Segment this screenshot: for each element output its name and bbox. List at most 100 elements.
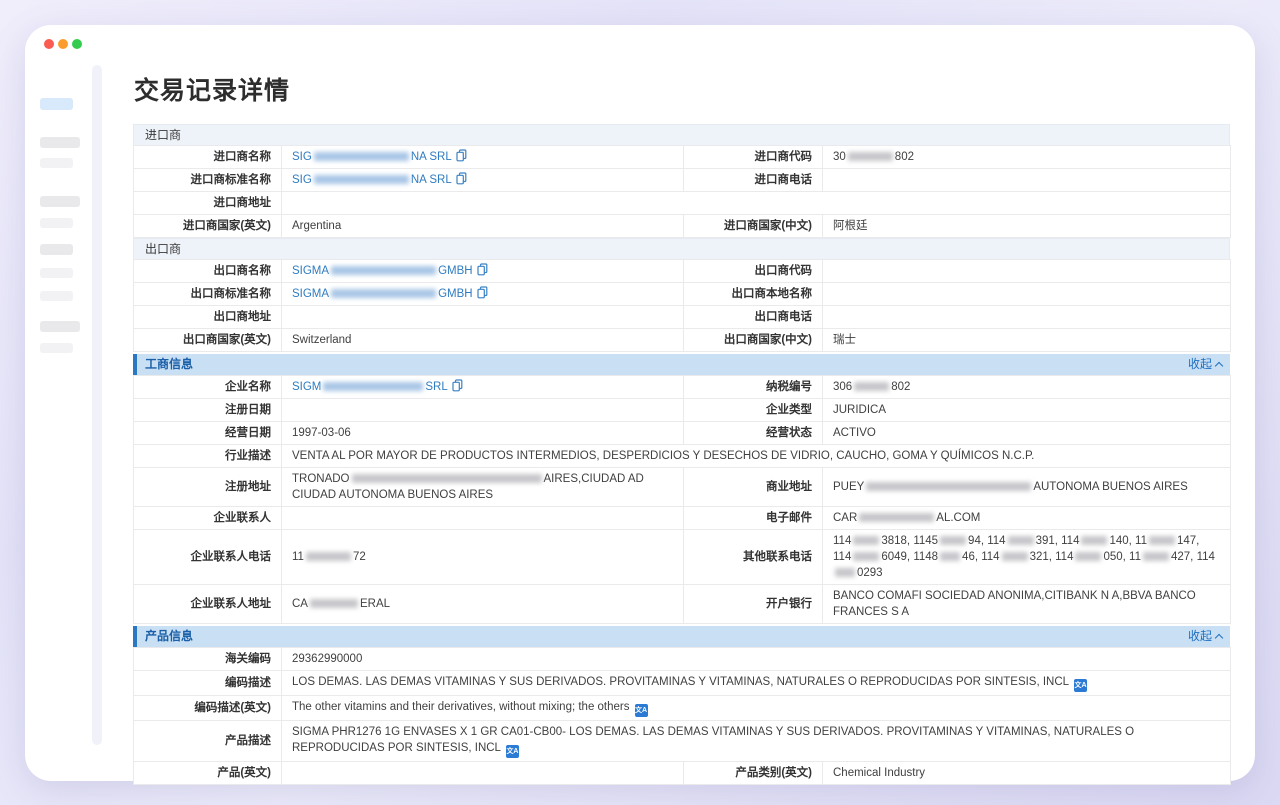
field-label: 出口商本地名称 [684,283,823,306]
page-background: { "page": { "title": "交易记录详情" }, "window… [0,0,1280,805]
field-label: 进口商国家(中文) [684,215,823,238]
field-value: 1172 [282,530,684,585]
redacted-text [1002,552,1028,561]
field-value: CARAL.COM [823,507,1231,530]
company-link[interactable]: SIGMAGMBH [292,288,488,300]
detail-table: 进口商进口商名称SIGNA SRL进口商代码30802进口商标准名称SIGNA … [133,124,1230,785]
table-row: 注册地址TRONADOAIRES,CIUDAD AD CIUDAD AUTONO… [134,468,1231,507]
copy-icon[interactable] [452,379,463,392]
traffic-light-zoom[interactable] [72,39,82,49]
table-row: 出口商国家(英文)Switzerland出口商国家(中文)瑞士 [134,329,1231,352]
field-label: 其他联系电话 [684,530,823,585]
collapse-button[interactable]: 收起 [1188,354,1222,375]
redacted-text [853,536,879,545]
field-label: 编码描述 [134,671,282,696]
sidebar-skeleton-bar [40,196,80,207]
table-row: 企业联系人电话1172其他联系电话1143818, 114594, 114391… [134,530,1231,585]
table-row: 企业名称SIGMSRL纳税编号306802 [134,376,1231,399]
redacted-text [331,289,436,298]
field-label: 产品(英文) [134,762,282,785]
collapse-button[interactable]: 收起 [1188,626,1222,647]
redacted-text [352,474,542,483]
sidebar-skeleton-bar [40,244,73,255]
redacted-text [310,599,358,608]
table-row: 海关编码29362990000 [134,648,1231,671]
redacted-text [323,382,423,391]
field-value [282,192,1231,215]
field-value: SIGMAGMBH [282,260,684,283]
company-link[interactable]: SIGNA SRL [292,174,467,186]
field-label: 进口商代码 [684,146,823,169]
traffic-light-minimize[interactable] [58,39,68,49]
section-title: 进口商 [145,125,181,146]
collapse-label: 收起 [1188,354,1212,375]
table-row: 注册日期企业类型JURIDICA [134,399,1231,422]
field-value: LOS DEMAS. LAS DEMAS VITAMINAS Y SUS DER… [282,671,1231,696]
company-link[interactable]: SIGMSRL [292,381,463,393]
section: 工商信息收起企业名称SIGMSRL纳税编号306802注册日期企业类型JURID… [133,354,1230,624]
table-row: 出口商标准名称SIGMAGMBH出口商本地名称 [134,283,1231,306]
redacted-text [940,536,966,545]
sidebar-skeleton-bar [40,343,73,353]
translate-icon[interactable]: 文A [1074,679,1087,692]
field-label: 出口商代码 [684,260,823,283]
field-value [282,399,684,422]
redacted-text [1008,536,1034,545]
field-label: 出口商地址 [134,306,282,329]
section-table: 企业名称SIGMSRL纳税编号306802注册日期企业类型JURIDICA经营日… [133,375,1231,624]
section-header: 出口商 [133,238,1230,259]
field-label: 进口商标准名称 [134,169,282,192]
section-table: 海关编码29362990000编码描述LOS DEMAS. LAS DEMAS … [133,647,1231,785]
redacted-text [866,482,1031,491]
field-value: Switzerland [282,329,684,352]
field-value: SIGMA PHR1276 1G ENVASES X 1 GR CA01-CB0… [282,721,1231,762]
copy-icon[interactable] [456,149,467,162]
field-value: 瑞士 [823,329,1231,352]
field-label: 出口商国家(中文) [684,329,823,352]
traffic-light-close[interactable] [44,39,54,49]
section-table: 进口商名称SIGNA SRL进口商代码30802进口商标准名称SIGNA SRL… [133,145,1231,238]
sidebar-skeleton-bar [40,158,73,168]
translate-icon[interactable]: 文A [635,704,648,717]
field-value: 1997-03-06 [282,422,684,445]
sidebar-divider [92,65,102,745]
translate-icon[interactable]: 文A [506,745,519,758]
table-row: 进口商标准名称SIGNA SRL进口商电话 [134,169,1231,192]
redacted-text [848,152,893,161]
field-value: 306802 [823,376,1231,399]
redacted-text [331,266,436,275]
redacted-text [1075,552,1101,561]
field-label: 进口商国家(英文) [134,215,282,238]
section-header: 产品信息收起 [133,626,1230,647]
table-row: 产品(英文)产品类别(英文)Chemical Industry [134,762,1231,785]
company-link[interactable]: SIGMAGMBH [292,265,488,277]
field-label: 产品类别(英文) [684,762,823,785]
copy-icon[interactable] [477,286,488,299]
field-value: SIGMAGMBH [282,283,684,306]
field-label: 企业名称 [134,376,282,399]
field-value: 29362990000 [282,648,1231,671]
redacted-text [1081,536,1107,545]
field-label: 行业描述 [134,445,282,468]
field-label: 开户银行 [684,585,823,624]
redacted-text [853,552,879,561]
sidebar-skeleton-bar [40,268,73,278]
table-row: 编码描述(英文)The other vitamins and their der… [134,696,1231,721]
field-label: 进口商地址 [134,192,282,215]
field-value: 阿根廷 [823,215,1231,238]
copy-icon[interactable] [477,263,488,276]
redacted-text [859,513,934,522]
field-label: 出口商电话 [684,306,823,329]
field-value [823,283,1231,306]
field-label: 产品描述 [134,721,282,762]
field-value: SIGNA SRL [282,169,684,192]
page-title: 交易记录详情 [134,71,1230,107]
copy-icon[interactable] [456,172,467,185]
table-row: 企业联系人电子邮件CARAL.COM [134,507,1231,530]
field-label: 注册地址 [134,468,282,507]
redacted-text [835,568,855,577]
table-row: 出口商名称 SIGMAGMBH 出口商代码 [134,260,1231,283]
field-label: 出口商名称 [134,260,282,283]
company-link[interactable]: SIGNA SRL [292,151,467,163]
section-header: 进口商 [133,124,1230,145]
